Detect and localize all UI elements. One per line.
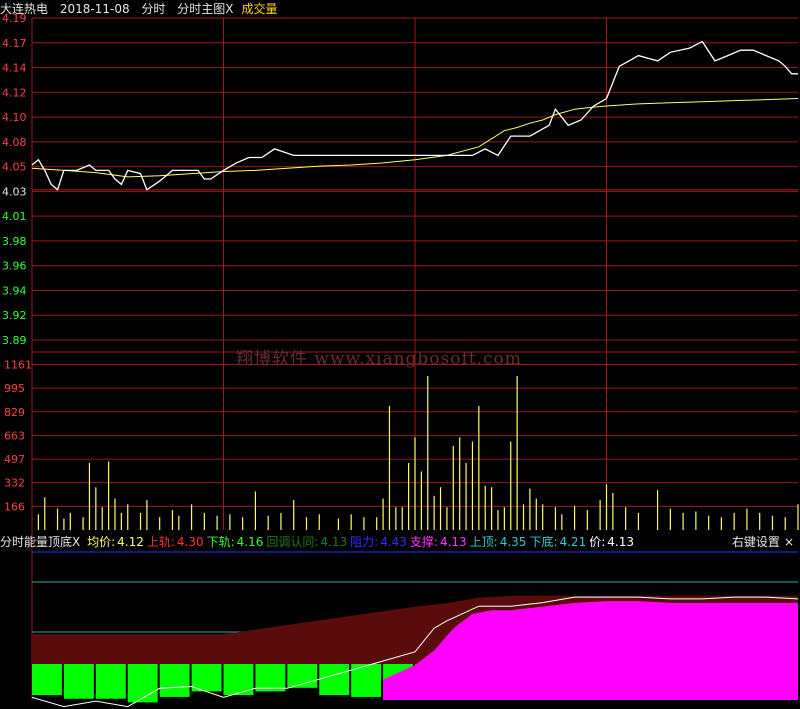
indicator-item-value: 4.30 bbox=[176, 535, 204, 549]
indicator-item-label: 价: bbox=[589, 535, 606, 549]
right-settings[interactable]: 右键设置 × bbox=[732, 533, 794, 551]
indicator-item: 均价: 4.12 bbox=[87, 535, 144, 549]
price-tick-label: 4.05 bbox=[2, 161, 27, 174]
indicator-item: 回调认同: 4.13 bbox=[266, 535, 347, 549]
indicator-item-label: 均价: bbox=[87, 535, 116, 549]
indicator-item-value: 4.13 bbox=[607, 535, 634, 549]
volume-tick-label: 332 bbox=[4, 477, 25, 490]
volume-tick-label: 663 bbox=[4, 429, 25, 442]
indicator-item-value: 4.13 bbox=[439, 535, 467, 549]
indicator-item: 上顶: 4.35 bbox=[470, 535, 527, 549]
indicator-item-value: 4.35 bbox=[499, 535, 527, 549]
indicator-item: 支撑: 4.13 bbox=[410, 535, 467, 549]
indicator-item-label: 上顶: bbox=[469, 535, 498, 549]
indicator-item-label: 阻力: bbox=[350, 535, 379, 549]
energy-green-bar bbox=[95, 664, 126, 699]
volume-bars bbox=[37, 376, 799, 530]
energy-green-bar bbox=[63, 664, 94, 699]
energy-green-bar bbox=[127, 664, 158, 703]
indicator-item-value: 4.21 bbox=[559, 535, 587, 549]
price-tick-label: 4.01 bbox=[2, 210, 27, 223]
volume-tick-label: 1161 bbox=[4, 358, 32, 371]
indicator-item: 阻力: 4.43 bbox=[350, 535, 407, 549]
indicator-item-value: 4.13 bbox=[320, 535, 348, 549]
energy-panel bbox=[31, 551, 799, 708]
volume-axis-ticks: 1161 995 829 663 497 332 166 bbox=[4, 358, 32, 513]
right-settings-label[interactable]: 右键设置 bbox=[732, 535, 780, 549]
indicator-item: 价: 4.13 bbox=[589, 535, 634, 549]
indicator-item-label: 上轨: bbox=[146, 535, 175, 549]
price-tick-label: 4.17 bbox=[2, 37, 27, 50]
volume-tick-label: 166 bbox=[4, 500, 25, 513]
price-tick-label: 4.10 bbox=[2, 111, 27, 124]
energy-green-bar bbox=[159, 664, 190, 697]
indicator-item-value: 4.43 bbox=[380, 535, 407, 549]
indicator-bar: 分时能量顶底X 均价: 4.12 上轨: 4.30 下轨: 4.16 回调认同: 4.13 阻力… bbox=[0, 533, 800, 551]
price-tick-label: 4.08 bbox=[2, 136, 27, 149]
indicator-item-value: 4.12 bbox=[117, 535, 144, 549]
price-tick-label: 3.89 bbox=[2, 334, 27, 347]
indicator-item-label: 下底: bbox=[529, 535, 558, 549]
price-tick-label: 3.96 bbox=[2, 260, 27, 273]
indicator-item: 上轨: 4.30 bbox=[147, 535, 204, 549]
indicator-item-label: 回调认同: bbox=[266, 535, 319, 549]
energy-green-bar bbox=[191, 664, 222, 692]
price-tick-label: 4.12 bbox=[2, 86, 27, 99]
volume-tick-label: 995 bbox=[4, 382, 25, 395]
close-indicator-icon[interactable]: X bbox=[72, 535, 80, 549]
indicator-item-value: 4.16 bbox=[236, 535, 264, 549]
indicator-name-text: 分时能量顶底 bbox=[0, 535, 73, 549]
price-tick-label: 3.92 bbox=[2, 309, 27, 322]
price-tick-label: 4.19 bbox=[2, 12, 27, 25]
indicator-item: 下底: 4.21 bbox=[529, 535, 586, 549]
energy-green-bar bbox=[32, 664, 62, 696]
indicator-item: 下轨: 4.16 bbox=[207, 535, 264, 549]
indicator-item-label: 支撑: bbox=[409, 535, 438, 549]
price-tick-label: 3.94 bbox=[2, 284, 27, 297]
energy-green-bar bbox=[255, 664, 286, 692]
indicator-item-label: 下轨: bbox=[206, 535, 235, 549]
indicator-name[interactable]: 分时能量顶底X bbox=[0, 535, 80, 549]
volume-tick-label: 829 bbox=[4, 406, 25, 419]
volume-tick-label: 497 bbox=[4, 453, 25, 466]
close-icon[interactable]: × bbox=[784, 535, 794, 549]
price-tick-label: 4.14 bbox=[2, 62, 27, 75]
price-tick-label: 4.03 bbox=[2, 185, 27, 198]
price-tick-label: 3.98 bbox=[2, 235, 27, 248]
energy-green-bar bbox=[319, 664, 350, 696]
price-axis-ticks: 4.19 4.17 4.14 4.12 4.10 4.08 4.05 4.03 4.01 3.98… bbox=[2, 12, 27, 347]
watermark: 翔博软件 www.xiangbosoft.com bbox=[236, 349, 522, 369]
